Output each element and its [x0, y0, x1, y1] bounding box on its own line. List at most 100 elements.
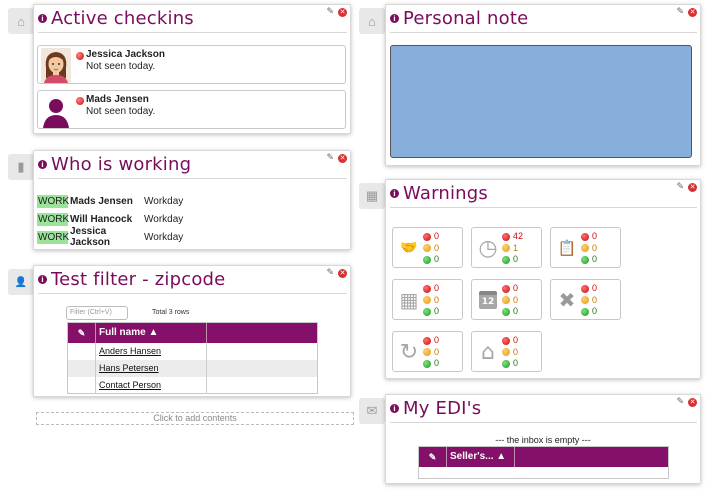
full-name-cell[interactable]: Anders Hansen: [96, 343, 207, 360]
widget-header: i Active checkins ✎ ✕: [38, 5, 347, 33]
work-badge: WORK: [37, 230, 70, 244]
green-count: 0: [434, 358, 440, 368]
filter-input[interactable]: Filter (Ctrl+V): [66, 306, 128, 320]
edit-icon[interactable]: ✎: [676, 397, 684, 407]
edit-icon[interactable]: ✎: [676, 7, 684, 17]
warning-counts: 0 0 0: [502, 335, 518, 370]
edit-icon[interactable]: ✎: [326, 7, 334, 17]
side-tab-home-right[interactable]: ⌂: [359, 8, 385, 34]
red-count: 0: [513, 283, 519, 293]
widget-tools: ✎ ✕: [676, 7, 697, 17]
refresh-icon: ↻: [399, 339, 419, 365]
red-count: 0: [592, 283, 598, 293]
warning-box-clock[interactable]: ◷ 42 1 0: [471, 227, 542, 268]
warning-counts: 0 0 0: [502, 283, 518, 318]
close-icon[interactable]: ✕: [338, 153, 347, 163]
work-badge: WORK: [37, 212, 70, 226]
checkin-item[interactable]: Jessica Jackson Not seen today.: [37, 45, 346, 84]
red-count: 0: [434, 335, 440, 345]
edi-table: ✎ Seller's... ▲: [418, 446, 669, 479]
red-count: 0: [434, 231, 440, 241]
widget-header: i Who is working ✎ ✕: [38, 151, 347, 179]
table-row[interactable]: Hans Petersen: [68, 360, 317, 377]
grid-icon: ▦: [399, 288, 419, 312]
personal-note-widget: i Personal note ✎ ✕: [385, 4, 701, 166]
user-icon: 👤: [14, 276, 28, 288]
widget-tools: ✎ ✕: [676, 182, 697, 192]
table-row[interactable]: Contact Person: [68, 377, 317, 394]
table-row[interactable]: Anders Hansen: [68, 343, 317, 360]
worker-name: Mads Jensen: [70, 195, 133, 207]
orange-ball-icon: [502, 348, 510, 357]
side-tab-book[interactable]: ▮: [8, 154, 34, 180]
full-name-column-header[interactable]: Full name ▲: [96, 323, 207, 343]
my-edis-widget: i My EDI's ✎ ✕ --- the inbox is empty --…: [385, 394, 701, 484]
edit-column-header[interactable]: ✎: [68, 323, 96, 343]
work-row: WORK Jessica Jackson Workday: [37, 226, 183, 248]
close-icon[interactable]: ✕: [688, 397, 697, 407]
close-icon[interactable]: ✕: [688, 7, 697, 17]
side-tab-user[interactable]: 👤: [8, 269, 34, 295]
row-edit-cell[interactable]: [68, 377, 96, 394]
side-tab-home-left[interactable]: ⌂: [8, 8, 34, 34]
work-type: Workday: [144, 195, 184, 207]
warning-box-grid[interactable]: ▦ 0 0 0: [392, 279, 463, 320]
close-icon[interactable]: ✕: [688, 182, 697, 192]
orange-count: 0: [434, 242, 440, 253]
red-count: 42: [513, 231, 524, 241]
row-edit-cell[interactable]: [68, 360, 96, 377]
info-icon[interactable]: i: [390, 14, 399, 23]
add-contents-area[interactable]: Click to add contents: [36, 412, 354, 425]
orange-count: 0: [592, 294, 598, 305]
green-ball-icon: [502, 307, 510, 316]
checkin-status: Not seen today.: [86, 106, 156, 117]
green-count: 0: [592, 254, 598, 264]
info-icon[interactable]: i: [38, 14, 47, 23]
warning-counts: 0 0 0: [423, 231, 439, 266]
warning-box-clipboard[interactable]: 📋 0 0 0: [550, 227, 621, 268]
red-ball-icon: [423, 336, 431, 345]
warning-box-house[interactable]: ⌂ 0 0 0: [471, 331, 542, 372]
worker-name: Jessica Jackson: [70, 226, 111, 248]
orange-count: 1: [513, 242, 519, 253]
full-name-cell[interactable]: Hans Petersen: [96, 360, 207, 377]
personal-note-textarea[interactable]: [390, 45, 692, 158]
edit-icon[interactable]: ✎: [326, 268, 334, 278]
checkin-item[interactable]: Mads Jensen Not seen today.: [37, 90, 346, 129]
status-red-icon: [76, 97, 84, 105]
green-ball-icon: [423, 307, 431, 316]
info-icon[interactable]: i: [390, 189, 399, 198]
green-count: 0: [513, 254, 519, 264]
info-icon[interactable]: i: [38, 160, 47, 169]
warning-box-tools[interactable]: ✖ 0 0 0: [550, 279, 621, 320]
side-tab-building[interactable]: ▦: [359, 183, 385, 209]
tools-icon: ✖: [558, 288, 576, 312]
edit-icon[interactable]: ✎: [326, 153, 334, 163]
info-icon[interactable]: i: [38, 275, 47, 284]
full-name-cell[interactable]: Contact Person: [96, 377, 207, 394]
warning-box-calendar[interactable]: 12 0 0 0: [471, 279, 542, 320]
avatar-female: [41, 48, 71, 83]
edit-column-header[interactable]: ✎: [419, 447, 447, 467]
close-icon[interactable]: ✕: [338, 268, 347, 278]
close-icon[interactable]: ✕: [338, 7, 347, 17]
avatar-male: [41, 93, 71, 128]
orange-ball-icon: [581, 296, 589, 305]
total-rows-label: Total 3 rows: [152, 309, 190, 316]
side-tab-inbox[interactable]: ✉: [359, 398, 385, 424]
widget-tools: ✎ ✕: [326, 268, 347, 278]
edit-icon[interactable]: ✎: [676, 182, 684, 192]
warning-box-refresh[interactable]: ↻ 0 0 0: [392, 331, 463, 372]
seller-column-header[interactable]: Seller's... ▲: [447, 447, 515, 467]
info-icon[interactable]: i: [390, 404, 399, 413]
calendar-icon: 12: [479, 291, 497, 309]
widget-title: Who is working: [51, 154, 192, 175]
book-icon: ▮: [17, 159, 25, 174]
clock-icon: ◷: [478, 235, 498, 261]
red-ball-icon: [423, 232, 431, 241]
inbox-empty-message: --- the inbox is empty ---: [495, 435, 591, 445]
warning-box-handshake[interactable]: 🤝 0 0 0: [392, 227, 463, 268]
row-edit-cell[interactable]: [68, 343, 96, 360]
home-icon: ⌂: [368, 13, 376, 29]
test-filter-widget: i Test filter - zipcode ✎ ✕ Filter (Ctrl…: [33, 265, 351, 397]
